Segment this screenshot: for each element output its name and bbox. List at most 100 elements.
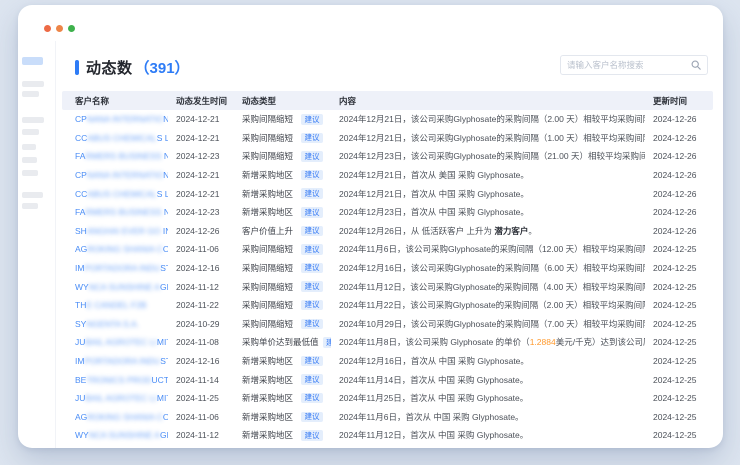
customer-name-link[interactable]: SHANGHAI EVER GO INTER... [62, 222, 168, 241]
customer-name-link[interactable]: FARMERS BUSINESS NET... [62, 203, 168, 222]
customer-name-link[interactable]: IMPORTADORA INDUSTRIA... [62, 352, 168, 371]
update-date: 2024-12-26 [645, 110, 713, 129]
sidebar-item[interactable] [22, 203, 38, 209]
sidebar-item[interactable] [22, 91, 39, 97]
suggestion-badge: 建议 [301, 300, 323, 311]
customer-name-text: JU [75, 337, 85, 347]
customer-name-link[interactable]: WYNCA SUNSHINE AGRIC ... [62, 426, 168, 445]
dynamic-content: 2024年11月12日，首次从 中国 采购 Glyphosate。 [331, 426, 645, 445]
customer-name-link[interactable]: WYNCA SUNSHINE AGRIC ... [62, 277, 168, 296]
customer-name-link[interactable]: CPNANA INTERNATIONAL L... [62, 110, 168, 129]
customer-name-text: OMPA... [163, 412, 168, 422]
update-date: 2024-12-25 [645, 426, 713, 445]
update-date: 2024-12-26 [645, 147, 713, 166]
close-window-icon[interactable] [44, 25, 51, 32]
column-header: 动态类型 [234, 91, 331, 110]
dynamic-type-cell: 新增采购地区建议 [234, 389, 331, 408]
sidebar-item-active[interactable] [22, 57, 43, 65]
customer-name-link[interactable]: FARMERS BUSINESS NET... [62, 147, 168, 166]
sidebar-item[interactable] [22, 144, 36, 150]
customer-name-link[interactable]: THE CANDEL F2B [62, 296, 168, 315]
customer-name-text: AG [75, 412, 87, 422]
dynamic-content: 2024年11月8日，该公司采购 Glyphosate 的单价（1.2884美元… [331, 333, 645, 352]
customer-name-link[interactable]: JUBAIL AGROTEC LIMITED [62, 333, 168, 352]
dynamic-content: 2024年12月23日，该公司采购Glyphosate的采购间隔（21.00 天… [331, 147, 645, 166]
event-date: 2024-11-14 [168, 370, 234, 389]
customer-name-text: UCTIO... [152, 375, 168, 385]
customer-name-text: STRIA... [160, 356, 168, 366]
customer-name-text: TH [75, 300, 86, 310]
dynamic-content: 2024年12月16日，首次从 中国 采购 Glyphosate。 [331, 352, 645, 371]
customer-name-text: OMPA... [163, 244, 168, 254]
event-date: 2024-12-16 [168, 259, 234, 278]
customer-name-text: NET... [164, 207, 168, 217]
maximize-window-icon[interactable] [68, 25, 75, 32]
customer-name-link[interactable]: JUBAIL AGROTEC LIMITED [62, 389, 168, 408]
event-date: 2024-12-21 [168, 110, 234, 129]
sidebar-item[interactable] [22, 170, 38, 176]
event-date: 2024-12-23 [168, 147, 234, 166]
dynamic-type-cell: 采购间隔缩短建议 [234, 240, 331, 259]
sidebar-item[interactable] [22, 117, 44, 123]
dynamic-type-label: 新增采购地区 [242, 392, 293, 404]
dynamic-type-label: 采购间隔缩短 [242, 262, 293, 274]
update-date: 2024-12-25 [645, 370, 713, 389]
dynamic-type-label: 采购间隔缩短 [242, 318, 293, 330]
dynamic-type-label: 新增采购地区 [242, 169, 293, 181]
table-row: BETRONICS PRODUCTIO...2024-11-14新增采购地区建议… [62, 370, 713, 389]
customer-search-box[interactable] [560, 55, 708, 75]
table-row: AGROKING SHANIA COMPA...2024-11-06新增采购地区… [62, 408, 713, 427]
customer-name-redacted: PORTADORA INDU [84, 356, 160, 366]
dynamic-type-label: 采购间隔缩短 [242, 243, 293, 255]
suggestion-badge: 建议 [301, 319, 323, 330]
sidebar-item[interactable] [22, 192, 43, 198]
sidebar-item[interactable] [22, 81, 44, 87]
table-row: IMPORTADORA INDUSTRIA...2024-12-16采购间隔缩短… [62, 259, 713, 278]
dynamic-content: 2024年12月21日，该公司采购Glyphosate的采购间隔（2.00 天）… [331, 110, 645, 129]
customer-name-redacted: ABUS CHEMICAL [87, 189, 156, 199]
dynamic-type-label: 新增采购地区 [242, 355, 293, 367]
customer-name-text: AG [75, 244, 87, 254]
customer-name-redacted: NANA INTERNATIO [87, 114, 163, 124]
customer-name-redacted: NCA SUNSHINE A [89, 282, 160, 292]
suggestion-badge: 建议 [301, 244, 323, 255]
minimize-window-icon[interactable] [56, 25, 63, 32]
search-icon[interactable] [691, 60, 701, 70]
customer-name-redacted: ANGHAI EVER GO [87, 226, 163, 236]
event-date: 2024-10-29 [168, 315, 234, 334]
table-row: AGROKING SHANIA COMPA...2024-11-06采购间隔缩短… [62, 240, 713, 259]
dynamic-type-cell: 新增采购地区建议 [234, 184, 331, 203]
suggestion-badge: 建议 [301, 430, 323, 441]
dynamic-content: 2024年10月29日，该公司采购Glyphosate的采购间隔（7.00 天）… [331, 315, 645, 334]
customer-name-link[interactable]: IMPORTADORA INDUSTRIA... [62, 259, 168, 278]
customer-name-link[interactable]: SYNGENTA S.A. [62, 315, 168, 334]
page-title-text: 动态数 [86, 57, 133, 78]
customer-name-text: JU [75, 393, 85, 403]
suggestion-badge: 建议 [301, 133, 323, 144]
update-date: 2024-12-25 [645, 352, 713, 371]
sidebar-item[interactable] [22, 157, 37, 163]
dynamic-type-label: 采购间隔缩短 [242, 132, 293, 144]
customer-name-text: S LLC [157, 133, 168, 143]
dynamic-type-cell: 新增采购地区建议 [234, 166, 331, 185]
customer-name-link[interactable]: CPNANA INTERNATIONAL L... [62, 166, 168, 185]
customer-name-redacted: PORTADORA INDU [84, 263, 160, 273]
customer-name-redacted: E CANDEL F2B [86, 300, 146, 310]
suggestion-badge: 建议 [301, 151, 323, 162]
dynamic-content: 2024年12月16日，该公司采购Glyphosate的采购间隔（6.00 天）… [331, 259, 645, 278]
customer-name-link[interactable]: AGROKING SHANIA COMPA... [62, 240, 168, 259]
customer-name-link[interactable]: CCABUS CHEMICALS LLC [62, 129, 168, 148]
table-row: IMPORTADORA INDUSTRIA...2024-12-16新增采购地区… [62, 352, 713, 371]
dynamic-content: 2024年11月6日，该公司采购Glyphosate的采购间隔（12.00 天）… [331, 240, 645, 259]
dynamic-type-cell: 新增采购地区建议 [234, 426, 331, 445]
customer-name-redacted: RMERS BUSINESS [85, 151, 163, 161]
sidebar-item[interactable] [22, 129, 39, 135]
dynamic-type-cell: 采购间隔缩短建议 [234, 259, 331, 278]
customer-name-link[interactable]: AGROKING SHANIA COMPA... [62, 408, 168, 427]
search-input[interactable] [567, 60, 691, 70]
customer-name-link[interactable]: CCABUS CHEMICALS LLC [62, 184, 168, 203]
customer-name-link[interactable]: BETRONICS PRODUCTIO... [62, 370, 168, 389]
event-date: 2024-11-12 [168, 426, 234, 445]
column-header: 客户名称 [62, 91, 168, 110]
main-content: 动态数 （391） 客户 [56, 41, 723, 448]
